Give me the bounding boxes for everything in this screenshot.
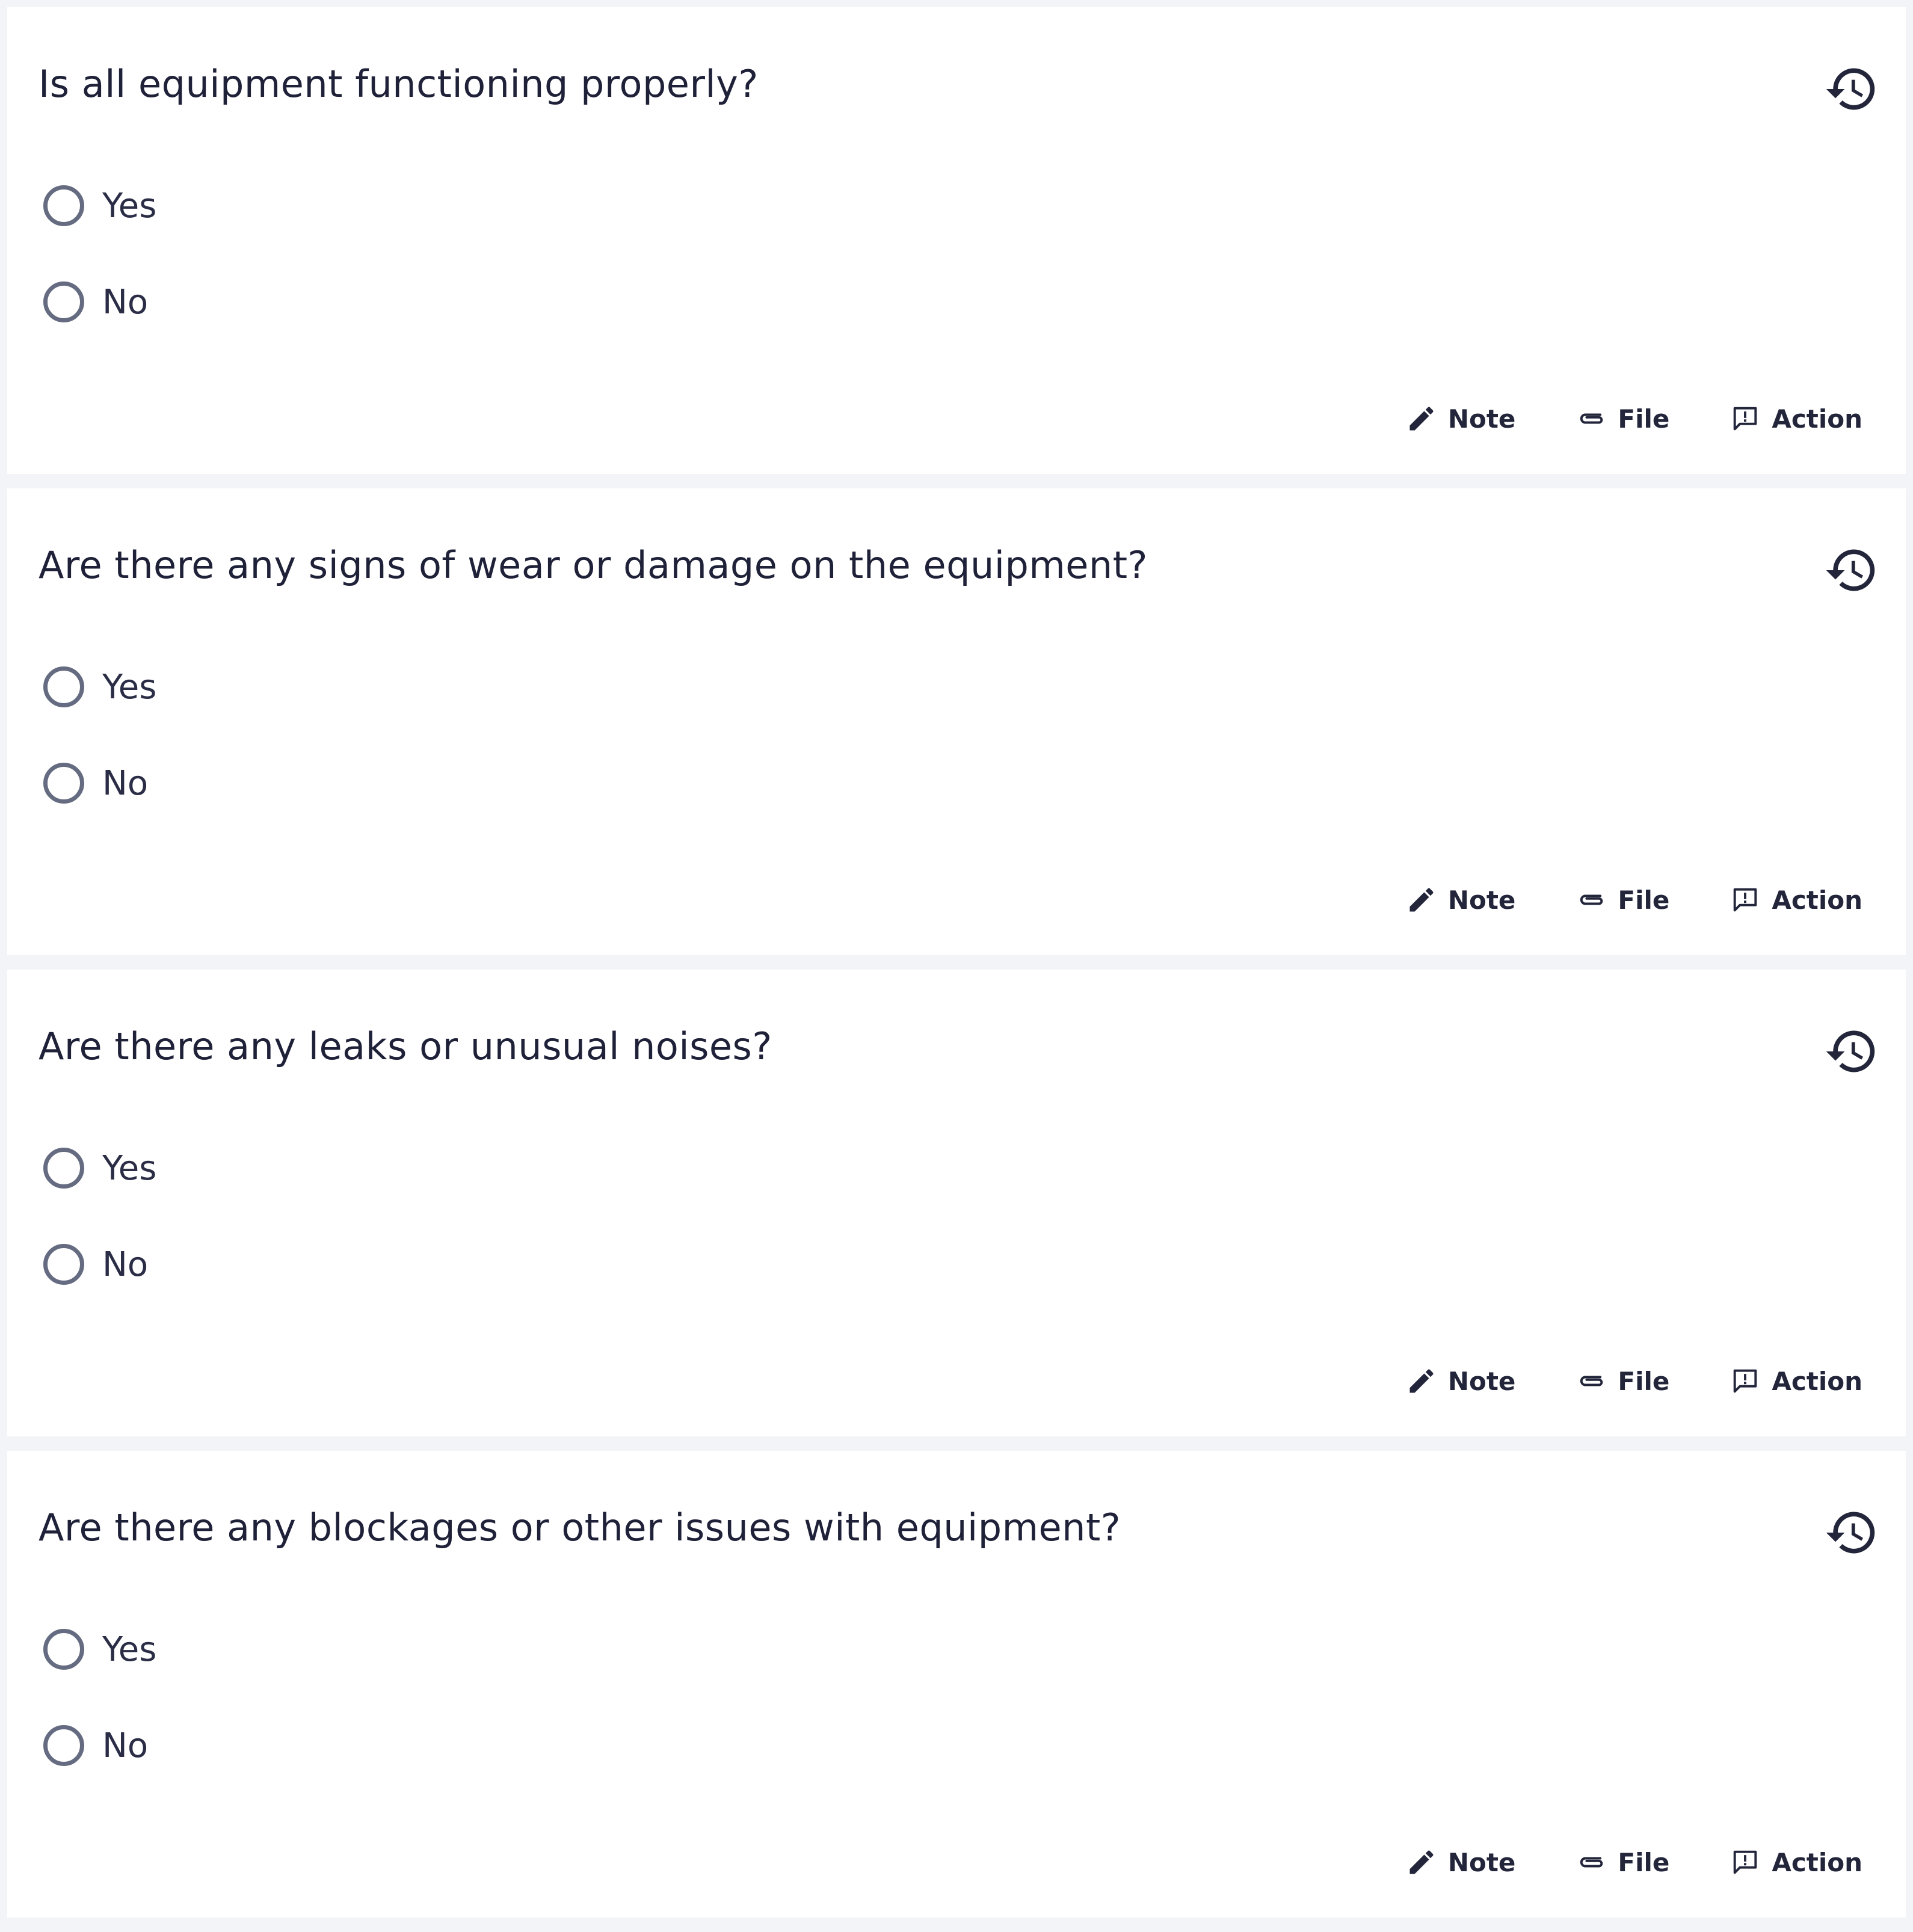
radio-button[interactable] xyxy=(43,281,84,322)
option-label: No xyxy=(102,763,149,803)
comment-alert-icon xyxy=(1734,888,1757,912)
note-button[interactable]: Note xyxy=(1406,403,1516,434)
comment-alert-icon xyxy=(1734,407,1757,431)
file-button[interactable]: File xyxy=(1576,403,1669,434)
question-card: Are there any signs of wear or damage on… xyxy=(7,488,1906,955)
option-label: No xyxy=(102,282,149,322)
question-title: Is all equipment functioning properly? xyxy=(39,62,759,106)
file-label: File xyxy=(1618,885,1670,915)
note-label: Note xyxy=(1447,404,1516,434)
pencil-icon xyxy=(1409,407,1434,431)
radio-button[interactable] xyxy=(43,666,84,707)
file-label: File xyxy=(1618,1366,1670,1396)
answer-options: Yes No xyxy=(43,1620,156,1813)
option-no[interactable]: No xyxy=(43,754,156,812)
file-button[interactable]: File xyxy=(1576,884,1669,915)
comment-alert-icon xyxy=(1734,1369,1757,1393)
card-actions: Note File Action xyxy=(1406,403,1862,434)
option-no[interactable]: No xyxy=(43,273,156,331)
question-card: Are there any blockages or other issues … xyxy=(7,1451,1906,1918)
card-actions: Note File Action xyxy=(1406,1847,1862,1878)
option-label: No xyxy=(102,1244,149,1284)
answer-options: Yes No xyxy=(43,1139,156,1332)
history-button[interactable] xyxy=(1823,543,1878,598)
paperclip-icon xyxy=(1580,1376,1603,1386)
pencil-icon xyxy=(1409,1369,1434,1393)
action-button[interactable]: Action xyxy=(1730,403,1862,434)
action-label: Action xyxy=(1772,1366,1862,1396)
action-label: Action xyxy=(1772,1847,1862,1877)
note-label: Note xyxy=(1447,1366,1516,1396)
pencil-icon xyxy=(1409,888,1434,912)
card-actions: Note File Action xyxy=(1406,1365,1862,1397)
option-yes[interactable]: Yes xyxy=(43,1620,156,1678)
history-icon xyxy=(1826,68,1875,110)
question-title: Are there any blockages or other issues … xyxy=(39,1506,1121,1549)
radio-button[interactable] xyxy=(43,763,84,804)
option-label: Yes xyxy=(102,667,157,707)
history-icon xyxy=(1826,1030,1875,1072)
file-button[interactable]: File xyxy=(1576,1847,1669,1878)
option-yes[interactable]: Yes xyxy=(43,1139,156,1197)
note-button[interactable]: Note xyxy=(1406,884,1516,915)
pencil-icon xyxy=(1409,1850,1434,1874)
radio-button[interactable] xyxy=(43,1629,84,1670)
question-list: Is all equipment functioning properly? Y… xyxy=(7,7,1906,1932)
question-title: Are there any leaks or unusual noises? xyxy=(39,1024,772,1068)
question-title: Are there any signs of wear or damage on… xyxy=(39,543,1148,587)
paperclip-icon xyxy=(1580,413,1603,424)
option-label: Yes xyxy=(102,1148,157,1188)
action-button[interactable]: Action xyxy=(1730,884,1862,915)
history-icon xyxy=(1826,1512,1875,1554)
history-button[interactable] xyxy=(1823,1505,1878,1560)
option-label: Yes xyxy=(102,1629,157,1669)
file-button[interactable]: File xyxy=(1576,1365,1669,1397)
note-button[interactable]: Note xyxy=(1406,1847,1516,1878)
comment-alert-icon xyxy=(1734,1850,1757,1874)
paperclip-icon xyxy=(1580,894,1603,905)
option-label: No xyxy=(102,1726,149,1765)
radio-button[interactable] xyxy=(43,1148,84,1189)
option-no[interactable]: No xyxy=(43,1235,156,1293)
question-card: Is all equipment functioning properly? Y… xyxy=(7,7,1906,474)
answer-options: Yes No xyxy=(43,658,156,851)
action-button[interactable]: Action xyxy=(1730,1847,1862,1878)
answer-options: Yes No xyxy=(43,177,156,369)
file-label: File xyxy=(1618,404,1670,434)
action-button[interactable]: Action xyxy=(1730,1365,1862,1397)
action-label: Action xyxy=(1772,885,1862,915)
card-actions: Note File Action xyxy=(1406,884,1862,915)
option-yes[interactable]: Yes xyxy=(43,177,156,235)
action-label: Action xyxy=(1772,404,1862,434)
history-icon xyxy=(1826,549,1875,591)
file-label: File xyxy=(1618,1847,1670,1877)
paperclip-icon xyxy=(1580,1857,1603,1868)
option-label: Yes xyxy=(102,186,157,226)
note-label: Note xyxy=(1447,1847,1516,1877)
radio-button[interactable] xyxy=(43,185,84,226)
radio-button[interactable] xyxy=(43,1244,84,1285)
option-no[interactable]: No xyxy=(43,1717,156,1774)
note-button[interactable]: Note xyxy=(1406,1365,1516,1397)
question-card: Are there any leaks or unusual noises? Y… xyxy=(7,970,1906,1436)
radio-button[interactable] xyxy=(43,1725,84,1766)
history-button[interactable] xyxy=(1823,1024,1878,1079)
history-button[interactable] xyxy=(1823,61,1878,117)
option-yes[interactable]: Yes xyxy=(43,658,156,716)
note-label: Note xyxy=(1447,885,1516,915)
